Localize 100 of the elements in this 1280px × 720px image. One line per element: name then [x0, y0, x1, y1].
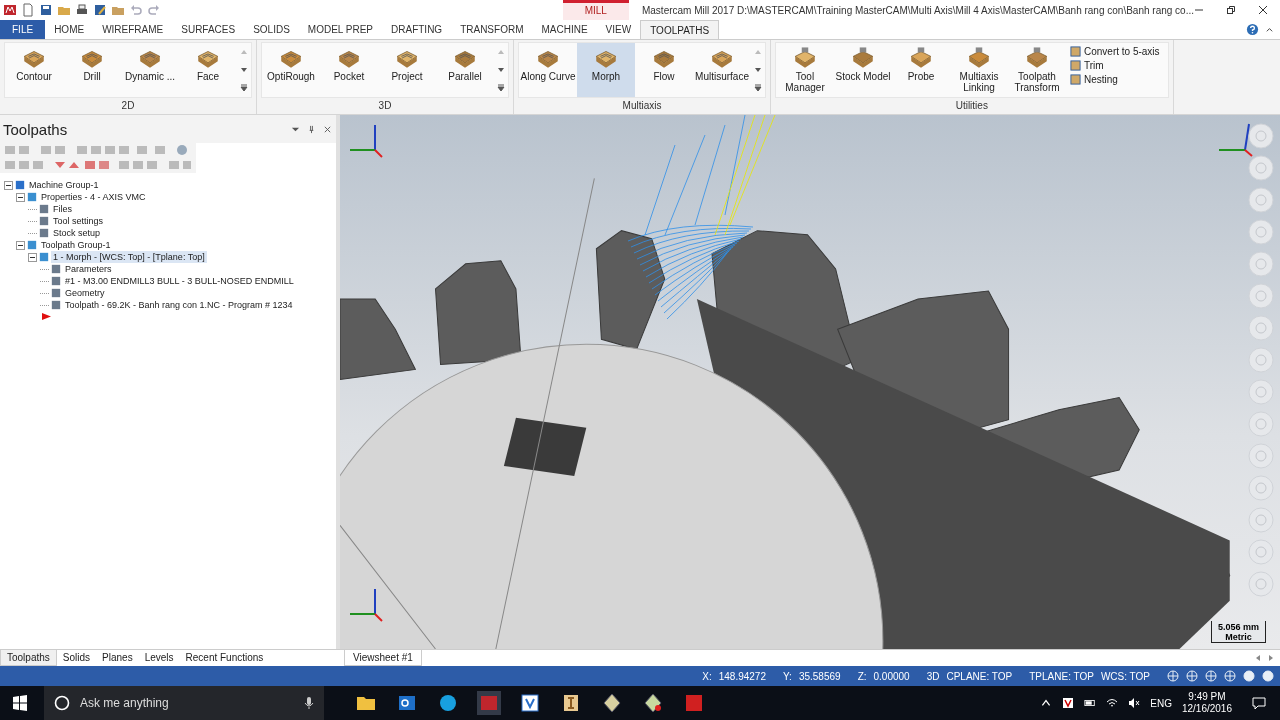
status-value: CPLANE: TOP [946, 670, 1013, 682]
clock[interactable]: 9:49 PM 12/16/2016 [1181, 691, 1232, 715]
ribbon-tab[interactable]: FILE [0, 20, 46, 39]
ribbon-tab[interactable]: SURFACES [172, 20, 245, 39]
ribbon-tab[interactable]: DRAFTING [382, 20, 452, 39]
tree-item[interactable]: Machine Group-1 [27, 179, 101, 191]
tree-item[interactable]: Properties - 4 - AXIS VMC [39, 191, 148, 203]
status-label: Z: [857, 670, 867, 682]
ribbon-button[interactable]: Morph [577, 43, 635, 97]
battery-icon[interactable] [1084, 697, 1097, 709]
ribbon-tab[interactable]: VIEW [596, 20, 641, 39]
tree-item[interactable]: Geometry [63, 287, 107, 299]
shading-mode-icon[interactable] [1186, 670, 1198, 682]
tile-icon [1070, 60, 1081, 71]
search-field[interactable]: Ask me anything [78, 695, 296, 711]
scroll-down-icon[interactable] [240, 66, 248, 74]
tree-node-icon [39, 204, 49, 214]
restore-icon[interactable] [1226, 5, 1236, 15]
ribbon-tab[interactable]: HOME [45, 20, 94, 39]
save-icon[interactable] [39, 3, 53, 17]
shading-mode-icon[interactable] [1167, 670, 1179, 682]
help-icon[interactable] [1246, 23, 1259, 36]
status-label: Y: [783, 670, 792, 682]
language-indicator[interactable]: ENG [1150, 697, 1172, 709]
ribbon-tab[interactable]: TRANSFORM [451, 20, 533, 39]
expand-gallery-icon[interactable] [497, 84, 505, 92]
windows-start-icon[interactable] [12, 695, 28, 711]
scroll-right-icon[interactable] [1267, 654, 1275, 662]
scroll-down-icon[interactable] [754, 66, 762, 74]
scroll-down-icon[interactable] [497, 66, 505, 74]
tree-item[interactable]: Toolpath Group-1 [39, 239, 113, 251]
wifi-icon[interactable] [1106, 697, 1119, 709]
shading-mode-icon[interactable] [1205, 670, 1217, 682]
shading-mode-icon[interactable] [1262, 670, 1274, 682]
scale-bar: 5.056 mm Metric [1210, 621, 1266, 643]
expand-gallery-icon[interactable] [240, 84, 248, 92]
notification-icon[interactable] [1252, 696, 1266, 710]
panel-tab[interactable]: Levels [138, 650, 180, 666]
speaker-muted-icon[interactable] [1128, 697, 1141, 709]
panel-tab[interactable]: Toolpaths [0, 650, 57, 666]
circle-icon[interactable] [54, 695, 70, 711]
tree-node-icon [39, 216, 49, 226]
tree-item[interactable]: Tool settings [51, 215, 106, 227]
ribbon-button[interactable]: Along Curve [519, 43, 577, 97]
tree-item[interactable]: 1 - Morph - [WCS: Top] - [Tplane: Top] [51, 251, 207, 263]
ribbon-button[interactable]: Flow [635, 43, 693, 97]
ribbon-tab[interactable]: MODEL PREP [298, 20, 383, 39]
shading-mode-icon[interactable] [1224, 670, 1236, 682]
microphone-icon[interactable] [304, 696, 314, 710]
tree-item[interactable]: #1 - M3.00 ENDMILL3 BULL - 3 BULL-NOSED ENDMILL [63, 275, 296, 287]
ribbon-tab[interactable]: TOOLPATHS [640, 20, 720, 39]
ribbon-button[interactable]: Parallel [436, 43, 494, 97]
shading-mode-icon[interactable] [1243, 670, 1255, 682]
panel-tab[interactable]: Planes [96, 650, 139, 666]
tree-node-icon [51, 288, 61, 298]
ribbon-button[interactable]: Stock Model [834, 43, 892, 97]
tree-node-icon [39, 228, 49, 238]
expand-gallery-icon[interactable] [754, 84, 762, 92]
collapse-toggle-icon[interactable] [16, 240, 25, 250]
ribbon-tab[interactable]: WIREFRAME [93, 20, 173, 39]
ribbon-small-button[interactable]: Trim [1070, 60, 1160, 71]
ribbon-button[interactable]: Drill [63, 43, 121, 97]
check-app-icon[interactable] [518, 691, 542, 715]
ribbon-button[interactable]: Multisurface [693, 43, 751, 97]
ribbon-button[interactable]: Toolpath Transform [1008, 43, 1066, 97]
ribbon-small-button[interactable]: Nesting [1070, 74, 1160, 85]
ribbon-button[interactable]: Dynamic ... [121, 43, 179, 97]
ribbon-button[interactable]: Face [179, 43, 237, 97]
taskbar-search-box[interactable]: Ask me anything [44, 686, 324, 720]
tree-item[interactable]: Parameters [63, 263, 114, 275]
ribbon-button[interactable]: Probe [892, 43, 950, 97]
shield-icon[interactable] [1062, 697, 1075, 709]
close-icon[interactable] [1258, 5, 1268, 15]
collapse-toggle-icon[interactable] [28, 252, 37, 262]
ribbon-tab[interactable]: SOLIDS [244, 20, 299, 39]
ribbon-button[interactable]: Contour [5, 43, 63, 97]
tree-item[interactable]: Toolpath - 69.2K - Banh rang con 1.NC - Program # 1234 [63, 299, 295, 311]
ribbon-button[interactable]: Pocket [320, 43, 378, 97]
insert-arrow-icon [41, 312, 52, 321]
collapse-toggle-icon[interactable] [16, 192, 25, 202]
print-icon[interactable] [75, 3, 89, 17]
status-label: 3D [926, 670, 940, 682]
pin-icon[interactable] [307, 124, 316, 134]
collapse-toggle-icon[interactable] [4, 180, 13, 190]
ribbon-button[interactable]: Multiaxis Linking [950, 43, 1008, 97]
new-file-icon[interactable] [21, 3, 35, 17]
ribbon-group-label: 2D [120, 99, 136, 113]
ribbon-button[interactable]: Tool Manager [776, 43, 834, 97]
ribbon-tab[interactable]: MACHINE [532, 20, 597, 39]
ribbon-button[interactable]: Project [378, 43, 436, 97]
ribbon-small-button[interactable]: Convert to 5-axis [1070, 46, 1160, 57]
panel-tab[interactable]: Recent Functions [179, 650, 270, 666]
tree-item[interactable]: Files [51, 203, 74, 215]
panel-tab[interactable]: Solids [56, 650, 97, 666]
ribbon-button[interactable]: OptiRough [262, 43, 320, 97]
tree-item[interactable]: Stock setup [51, 227, 103, 239]
scroll-left-icon[interactable] [1254, 654, 1262, 662]
view-button[interactable] [1248, 123, 1274, 149]
save-as-icon[interactable] [93, 3, 107, 17]
tree-node-icon [27, 240, 37, 250]
